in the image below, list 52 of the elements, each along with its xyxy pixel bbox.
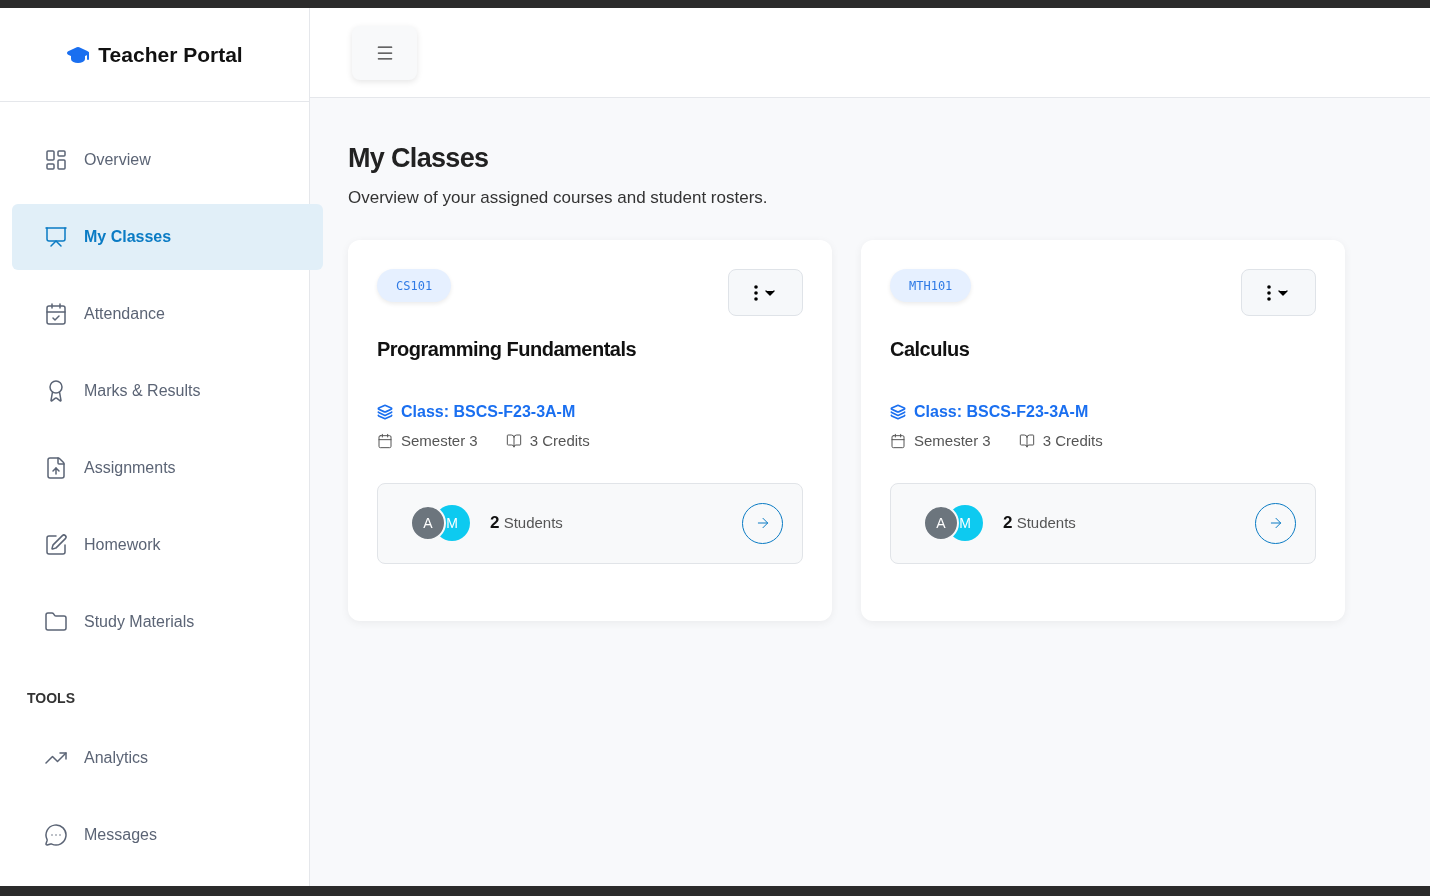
course-code: MTH101 — [890, 269, 972, 302]
nav-label: My Classes — [84, 227, 172, 247]
calendar-icon — [890, 433, 906, 450]
class-section: Class: BSCS-F23-3A-M — [914, 400, 1089, 424]
nav-label: Study Materials — [84, 612, 195, 632]
semester-text: Semester 3 — [914, 431, 991, 451]
nav-label: Attendance — [84, 304, 165, 324]
calendar-check-icon — [44, 302, 68, 326]
nav-label: Marks & Results — [84, 381, 201, 401]
nav-item[interactable]: Study Materials — [12, 589, 298, 655]
nav-label: Assignments — [84, 458, 176, 478]
brand-title: Teacher Portal — [98, 41, 243, 68]
course-title: Calculus — [890, 337, 971, 362]
nav-item[interactable]: My Classes — [12, 204, 323, 270]
dashboard-icon — [44, 148, 68, 172]
nav-item[interactable]: Overview — [12, 127, 298, 193]
page-title: My Classes — [348, 142, 490, 175]
credits-text: 3 Credits — [1042, 431, 1103, 451]
student-count: 2 Students — [490, 512, 563, 535]
edit-icon — [44, 533, 68, 557]
book-icon — [505, 433, 522, 450]
course-title: Programming Fundamentals — [377, 337, 638, 362]
section-heading: TOOLS — [26, 689, 76, 708]
nav-label: Homework — [84, 535, 161, 555]
more-icon — [753, 284, 758, 301]
file-upload-icon — [44, 456, 68, 480]
nav-item[interactable]: Assignments — [12, 435, 298, 501]
book-icon — [1018, 433, 1035, 450]
student-count: 2 Students — [1003, 512, 1076, 535]
avatar: A — [410, 505, 446, 541]
course-code: CS101 — [377, 269, 452, 302]
more-icon — [1266, 284, 1271, 301]
nav-item[interactable]: Analytics — [12, 725, 298, 791]
nav-label: Messages — [84, 825, 157, 845]
nav-item[interactable]: Messages — [12, 802, 298, 868]
layers-icon — [377, 404, 393, 420]
semester-text: Semester 3 — [401, 431, 478, 451]
chat-icon — [44, 823, 68, 847]
nav-item[interactable]: Attendance — [12, 281, 298, 347]
presentation-icon — [44, 225, 68, 249]
folder-icon — [44, 610, 68, 634]
nav-item[interactable]: Marks & Results — [12, 358, 298, 424]
nav-label: Overview — [84, 150, 151, 170]
avatar: A — [923, 505, 959, 541]
nav-label: Analytics — [84, 748, 149, 768]
nav-item[interactable]: Homework — [12, 512, 298, 578]
layers-icon — [890, 404, 906, 420]
page-subtitle: Overview of your assigned courses and student rosters. — [348, 186, 769, 209]
class-section: Class: BSCS-F23-3A-M — [401, 400, 576, 424]
menu-button[interactable] — [352, 26, 417, 80]
calendar-icon — [377, 433, 393, 450]
credits-text: 3 Credits — [529, 431, 590, 451]
